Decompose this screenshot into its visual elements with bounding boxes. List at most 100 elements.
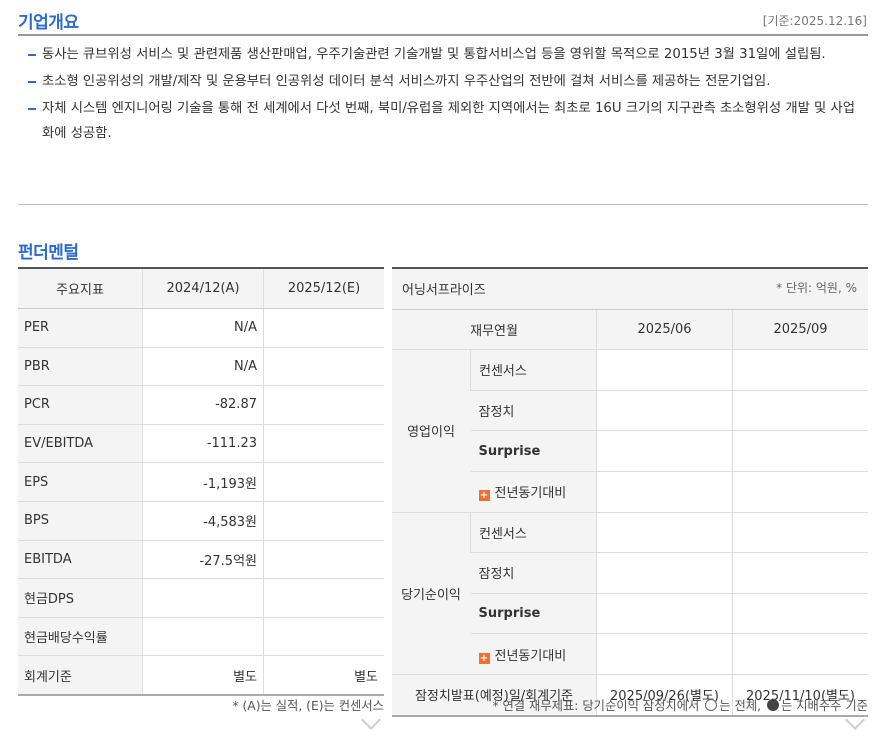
table-header-row: 재무연월 2025/06 2025/09	[392, 309, 868, 351]
yoy-row-toggle[interactable]: + 전년동기대비	[470, 471, 597, 513]
yoy-row-toggle[interactable]: + 전년동기대비	[470, 633, 597, 675]
table-row: BPS -4,583원	[18, 501, 384, 541]
cell-value	[263, 308, 384, 348]
filled-circle-icon	[766, 699, 779, 711]
unit-label: * 단위: 억원, %	[776, 281, 857, 296]
cell-value: N/A	[142, 347, 264, 387]
cell-value	[595, 593, 733, 635]
cell-value	[263, 424, 384, 464]
cell-value	[263, 501, 384, 541]
col-header: 2025/12(E)	[263, 268, 384, 309]
overview-bullet: 자체 시스템 엔지니어링 기술을 통해 전 세계에서 다섯 번째, 북미/유럽을…	[28, 96, 856, 146]
cell-value: -1,193원	[142, 462, 264, 502]
cell-value	[732, 593, 868, 635]
cell-value	[595, 633, 733, 675]
period-header: 2025/06	[595, 309, 733, 351]
dash-icon	[28, 81, 36, 83]
table-row: PER N/A	[18, 308, 384, 348]
overview-bullet: 초소형 인공위성의 개발/제작 및 운용부터 인공위성 데이터 분석 서비스까지…	[28, 69, 856, 94]
earnings-title-cell: 어닝서프라이즈 * 단위: 억원, %	[392, 268, 868, 310]
row-label: 현금배당수익률	[18, 617, 143, 657]
cell-value: -4,583원	[142, 501, 264, 541]
cell-value: N/A	[142, 308, 264, 348]
plus-icon[interactable]: +	[478, 490, 490, 502]
table-row: 현금배당수익률	[18, 617, 384, 657]
overview-bottom-divider	[18, 204, 868, 205]
row-label: EV/EBITDA	[18, 424, 143, 464]
cell-value	[732, 430, 868, 472]
cell-value	[595, 512, 733, 554]
cell-value	[263, 462, 384, 502]
row-label: Surprise	[470, 593, 597, 635]
cell-value	[263, 540, 384, 580]
row-label: 현금DPS	[18, 578, 143, 618]
fundamental-table: 주요지표 2024/12(A) 2025/12(E) PER N/A PBR N/A…	[18, 267, 384, 696]
table-row: EV/EBITDA -111.23	[18, 424, 384, 464]
cell-value: 별도	[263, 655, 384, 696]
row-label: PCR	[18, 385, 143, 425]
dash-icon	[28, 108, 36, 110]
cell-value	[142, 578, 264, 618]
cell-value	[732, 390, 868, 432]
cell-value	[595, 552, 733, 594]
cell-value: -27.5억원	[142, 540, 264, 580]
row-label: 잠정치	[470, 390, 597, 432]
fundamental-title: 펀더멘털	[18, 243, 79, 263]
table-row: EPS -1,193원	[18, 462, 384, 502]
row-label: 컨센서스	[470, 512, 597, 554]
dash-icon	[28, 54, 36, 56]
cell-value	[732, 349, 868, 391]
base-date: [기준:2025.12.16]	[762, 14, 867, 28]
cell-value	[263, 578, 384, 618]
empty-circle-icon	[705, 699, 718, 711]
group-label-operating-profit: 영업이익	[392, 349, 471, 513]
fundamental-note: * (A)는 실적, (E)는 컨센서스	[232, 699, 384, 713]
cell-value	[595, 349, 733, 391]
cell-value: 별도	[142, 655, 264, 696]
earnings-title: 어닝서프라이즈	[402, 283, 486, 299]
cell-value	[142, 617, 264, 657]
period-header: 2025/09	[732, 309, 868, 351]
overview-bullets: 동사는 큐브위성 서비스 및 관련제품 생산판매업, 우주기술관련 기술개발 및…	[28, 42, 856, 148]
table-row: 회계기준 별도 별도	[18, 655, 384, 696]
cell-value	[732, 633, 868, 675]
cell-value	[732, 552, 868, 594]
overview-title: 기업개요	[18, 13, 79, 33]
overview-divider	[18, 34, 868, 36]
table-row: 현금DPS	[18, 578, 384, 618]
table-row: PBR N/A	[18, 347, 384, 387]
row-label: EBITDA	[18, 540, 143, 580]
row-label: 컨센서스	[470, 349, 597, 391]
col-header: 2024/12(A)	[142, 268, 264, 309]
period-header-label: 재무연월	[392, 309, 597, 351]
earnings-note: * 연결 재무제표: 당기순이익 잠정치에서 는 전체, 는 지배주주 기준	[492, 699, 868, 713]
col-header: 주요지표	[18, 268, 143, 309]
row-label: PER	[18, 308, 143, 348]
cell-value	[732, 512, 868, 554]
earnings-surprise-table: 어닝서프라이즈 * 단위: 억원, % 재무연월 2025/06 2025/09…	[392, 267, 868, 717]
cell-value	[595, 390, 733, 432]
cell-value	[732, 471, 868, 513]
table-row: 당기순이익 컨센서스	[392, 512, 868, 675]
overview-bullet: 동사는 큐브위성 서비스 및 관련제품 생산판매업, 우주기술관련 기술개발 및…	[28, 42, 856, 67]
plus-icon[interactable]: +	[478, 652, 490, 664]
table-row: PCR -82.87	[18, 385, 384, 425]
row-label: BPS	[18, 501, 143, 541]
cell-value: -82.87	[142, 385, 264, 425]
group-label-net-income: 당기순이익	[392, 512, 471, 675]
cell-value	[263, 347, 384, 387]
cell-value: -111.23	[142, 424, 264, 464]
cell-value	[595, 430, 733, 472]
cell-value	[595, 471, 733, 513]
row-label: 잠정치	[470, 552, 597, 594]
cell-value	[263, 617, 384, 657]
row-label: EPS	[18, 462, 143, 502]
row-label: Surprise	[470, 430, 597, 472]
table-header-row: 어닝서프라이즈 * 단위: 억원, %	[392, 268, 868, 310]
table-row: 영업이익 컨센서스	[392, 349, 868, 513]
table-row: EBITDA -27.5억원	[18, 540, 384, 580]
row-label: 회계기준	[18, 655, 143, 696]
row-label: PBR	[18, 347, 143, 387]
cell-value	[263, 385, 384, 425]
table-header-row: 주요지표 2024/12(A) 2025/12(E)	[18, 268, 384, 309]
